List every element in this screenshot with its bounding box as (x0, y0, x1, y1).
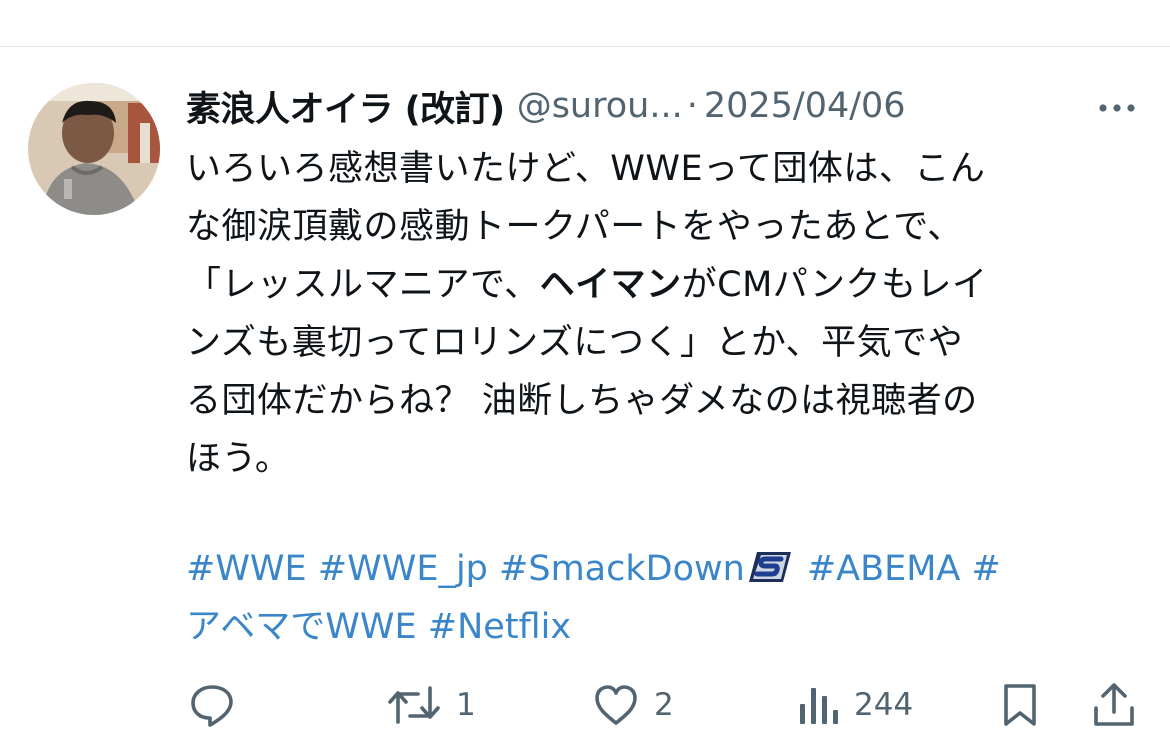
tweet-body-segment: 「レッスルマニアで、 (186, 265, 540, 305)
tweet-body-line: な御涙頂戴の感動トークパートをやったあとで、 (186, 207, 963, 247)
hashtag-line: #WWE #WWE_jp #SmackDown #ABEMA # (186, 540, 1146, 598)
share-icon (1094, 683, 1134, 726)
tweet-body-line: る団体だからね？ 油断しちゃダメなのは視聴者の (186, 381, 978, 421)
views-button[interactable]: 244 (796, 680, 913, 730)
like-button[interactable]: 2 (592, 680, 674, 730)
author-handle[interactable]: @surou... (517, 86, 683, 126)
hashtag-line: アベマでWWE #Netflix (186, 598, 1146, 656)
tweet-date[interactable]: 2025/04/06 (704, 86, 906, 126)
hashtag-link[interactable]: # (972, 549, 1001, 589)
hashtag-link[interactable]: アベマでWWE (186, 607, 417, 647)
tweet-body-line: ほう。 (186, 439, 291, 479)
share-button[interactable] (1092, 680, 1136, 730)
bookmark-button[interactable] (1000, 680, 1040, 730)
retweet-icon (388, 686, 440, 724)
hashtag-link[interactable]: #WWE_jp (318, 549, 488, 589)
more-options-button[interactable] (1094, 88, 1140, 128)
views-icon (800, 688, 838, 724)
hashtag-link[interactable]: #ABEMA (807, 549, 961, 589)
reply-icon (191, 685, 233, 727)
views-count: 244 (854, 687, 914, 723)
tweet-body-line: 「レッスルマニアで、ヘイマンがCMパンクもレイ (186, 256, 1146, 314)
retweet-button[interactable]: 1 (386, 680, 476, 730)
reply-button[interactable] (188, 680, 236, 730)
tweet-header: 素浪人オイラ (改訂) @surou... · 2025/04/06 (186, 80, 1140, 132)
avatar-photo (28, 83, 160, 215)
tweet-actions-bar: 1 2 244 (186, 680, 1146, 730)
avatar[interactable] (28, 83, 160, 215)
hashtag-link[interactable]: #WWE (186, 549, 307, 589)
tweet-divider (0, 46, 1170, 47)
tweet-body: いろいろ感想書いたけど、WWEって団体は、こん な御涙頂戴の感動トークパートをや… (186, 140, 1146, 488)
hashtag-link[interactable]: #Netflix (428, 607, 571, 647)
tweet-body-line: ンズも裏切ってロリンズにつく」とか、平気でや (186, 323, 964, 363)
bookmark-icon (1004, 684, 1036, 726)
smackdown-hashflag-icon (748, 552, 791, 582)
tweet-body-bold-segment: ヘイマン (539, 265, 682, 305)
previous-tweet-actions-stub (0, 0, 1170, 46)
retweet-count: 1 (456, 687, 476, 723)
heart-icon (595, 685, 637, 725)
more-icon (1099, 104, 1135, 112)
hashtag-link[interactable]: #SmackDown (499, 549, 745, 589)
hashtag-block: #WWE #WWE_jp #SmackDown #ABEMA # アベマでWWE … (186, 540, 1146, 656)
tweet-body-line: いろいろ感想書いたけど、WWEって団体は、こん (186, 149, 986, 189)
tweet-body-segment: がCMパンクもレイ (681, 265, 988, 305)
author-name[interactable]: 素浪人オイラ (改訂) (186, 81, 505, 132)
header-separator: · (686, 86, 698, 126)
like-count: 2 (654, 687, 674, 723)
